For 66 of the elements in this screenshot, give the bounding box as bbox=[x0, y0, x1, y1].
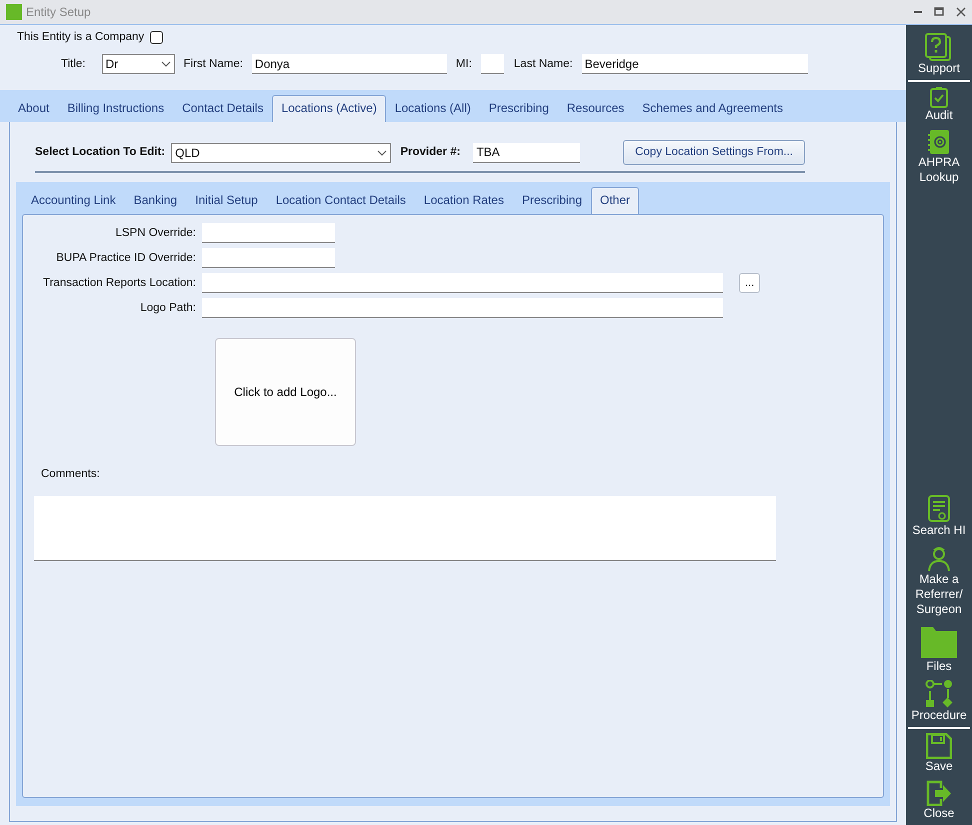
name-field[interactable]: Donya bbox=[252, 54, 447, 74]
tab[interactable]: About bbox=[9, 95, 58, 122]
sidebar-button[interactable]: Search HI bbox=[906, 495, 972, 538]
sidebar-button[interactable]: Procedure bbox=[906, 680, 972, 723]
field-label: LSPN Override: bbox=[114, 226, 197, 241]
address-book-icon bbox=[926, 129, 952, 155]
tab[interactable]: Locations (All) bbox=[386, 95, 480, 122]
text-field[interactable] bbox=[202, 298, 723, 318]
question-icon bbox=[924, 33, 954, 61]
minimize-icon bbox=[914, 11, 922, 13]
field-label: First Name: bbox=[184, 56, 243, 72]
copy-settings-button[interactable]: Copy Location Settings From... bbox=[623, 140, 805, 166]
caret-icon bbox=[377, 148, 388, 157]
checkbox-label: This Entity is a Company bbox=[17, 30, 144, 45]
maximize-icon bbox=[934, 7, 944, 17]
initial-field[interactable] bbox=[480, 54, 504, 74]
field-label: Title: bbox=[61, 56, 86, 72]
title-select[interactable]: Dr bbox=[102, 54, 174, 74]
clipboard-check-icon bbox=[929, 86, 949, 108]
tab[interactable]: Prescribing bbox=[512, 187, 591, 214]
comments-label: Comments: bbox=[41, 467, 101, 482]
tab[interactable]: Resources bbox=[558, 95, 634, 122]
logo-upload-button[interactable]: Click to add Logo... bbox=[215, 338, 356, 446]
field-label: Select Location To Edit: bbox=[35, 145, 166, 160]
exit-icon bbox=[926, 780, 952, 806]
sidebar-button[interactable]: AHPRA Lookup bbox=[906, 129, 972, 185]
field-label: Transaction Reports Location: bbox=[42, 276, 197, 291]
field-label: Logo Path: bbox=[139, 300, 197, 316]
field-label: Last Name: bbox=[514, 56, 573, 72]
tab[interactable]: Schemes and Agreements bbox=[633, 95, 792, 122]
tab[interactable]: Banking bbox=[124, 187, 186, 214]
close-icon bbox=[956, 7, 966, 17]
sidebar-button[interactable]: Close bbox=[906, 780, 972, 821]
text-field[interactable] bbox=[202, 248, 335, 268]
name-field[interactable]: Beveridge bbox=[582, 54, 808, 74]
certificate-icon bbox=[927, 495, 951, 523]
tab[interactable]: Initial Setup bbox=[186, 187, 267, 214]
field-label: Provider #: bbox=[400, 145, 460, 160]
tab[interactable]: Billing Instructions bbox=[58, 95, 174, 122]
location-select[interactable]: QLD bbox=[171, 142, 392, 163]
app-logo-icon bbox=[6, 4, 22, 20]
sidebar-button[interactable]: Files bbox=[906, 623, 972, 674]
provider-field[interactable]: TBA bbox=[473, 142, 580, 163]
tab[interactable]: Contact Details bbox=[173, 95, 272, 122]
tab[interactable]: Locations (Active) bbox=[272, 95, 386, 122]
field-label: MI: bbox=[456, 56, 472, 72]
comments-field[interactable] bbox=[34, 496, 776, 560]
tab[interactable]: Prescribing bbox=[480, 95, 558, 122]
surgeon-icon bbox=[927, 544, 951, 572]
text-field[interactable] bbox=[202, 273, 723, 294]
sidebar-button[interactable]: Audit bbox=[906, 86, 972, 123]
tab[interactable]: Accounting Link bbox=[22, 187, 125, 214]
window-title: Entity Setup bbox=[26, 4, 91, 21]
text-field[interactable] bbox=[202, 223, 335, 244]
caret-icon bbox=[160, 60, 170, 68]
flowchart-icon bbox=[925, 680, 953, 708]
sidebar-button[interactable]: Make a Referrer/ Surgeon bbox=[906, 544, 972, 617]
sidebar-button[interactable]: Support bbox=[906, 33, 972, 76]
field-label: BUPA Practice ID Override: bbox=[55, 250, 197, 266]
save-icon bbox=[926, 733, 952, 759]
company-checkbox[interactable] bbox=[150, 31, 164, 44]
tab[interactable]: Other bbox=[591, 187, 640, 214]
sidebar-button[interactable]: Save bbox=[906, 733, 972, 774]
tab[interactable]: Location Rates bbox=[414, 187, 513, 214]
browse-button[interactable]: ... bbox=[739, 273, 760, 294]
tab[interactable]: Location Contact Details bbox=[266, 187, 415, 214]
